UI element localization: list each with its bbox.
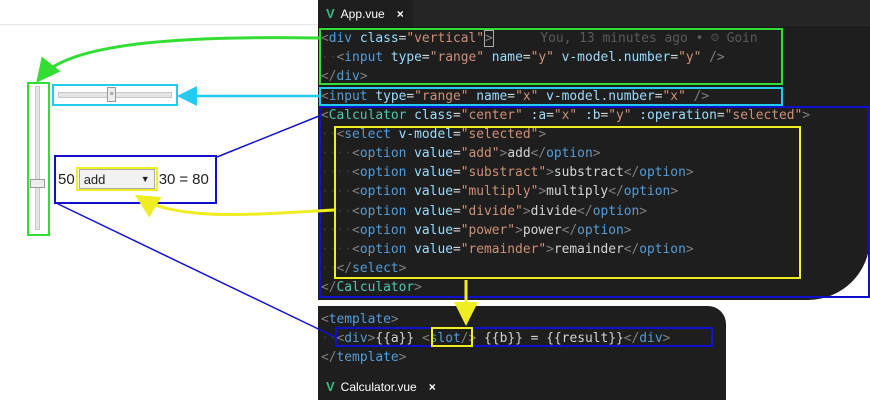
calculator-vue-editor: <template> ··<div>{{a}} <slot/> {{b}} = …: [318, 306, 726, 400]
slider-thumb[interactable]: ≡: [107, 87, 116, 102]
tab-title: Calculator.vue: [340, 379, 417, 394]
code-line-1: <div class="vertical"> You, 13 minutes a…: [321, 30, 758, 47]
code-line-option: ····<option value="substract">substract<…: [321, 165, 694, 180]
tab-app-vue[interactable]: V App.vue ×: [318, 0, 413, 27]
code-line-option: ····<option value="power">power</option>: [321, 223, 632, 238]
operation-select[interactable]: add ▼: [78, 169, 155, 189]
code-line-select-close: ··</select>: [321, 261, 407, 276]
calculator-output: 50 add ▼ 30 = 80: [58, 166, 209, 192]
vue-logo-icon: V: [326, 379, 335, 394]
vertical-range-slider-y[interactable]: [29, 84, 47, 232]
arrow-yellow: [134, 194, 335, 218]
vue-logo-icon: V: [326, 6, 335, 21]
code-line-4: <input type="range" name="x" v-model.num…: [321, 89, 710, 104]
code-line-2: ··<input type="range" name="y" v-model.n…: [321, 50, 725, 65]
preview-top-divider: [0, 24, 318, 25]
code-line-option: ····<option value="divide">divide</optio…: [321, 204, 648, 219]
close-tab-icon[interactable]: ×: [397, 7, 404, 21]
code-line-option: ····<option value="multiply">multiply</o…: [321, 184, 679, 199]
app-vue-editor: V App.vue × <div class="vertical"> You, …: [318, 0, 870, 300]
operation-select-value: add: [83, 171, 106, 187]
close-tab-icon[interactable]: ×: [429, 380, 436, 394]
operand-a: 50: [58, 170, 75, 188]
slider-track: [35, 86, 40, 230]
calc-result: 80: [192, 170, 209, 188]
editor-tab-bar: V App.vue ×: [318, 0, 870, 28]
code-line-template-open: <template>: [321, 312, 399, 327]
arrow-green: [36, 36, 320, 83]
equals-sign: =: [179, 170, 189, 188]
code-line-5: <Calculator class="center" :a="x" :b="y"…: [321, 108, 811, 123]
tab-title: App.vue: [340, 6, 385, 21]
dropdown-arrow-icon: ▼: [140, 174, 150, 184]
code-line-option: ····<option value="add">add</option>: [321, 146, 601, 161]
code-line-option: ····<option value="remainder">remainder<…: [321, 242, 694, 257]
line-blue-bottom: [55, 202, 336, 338]
horizontal-range-slider-x[interactable]: ≡: [56, 86, 174, 104]
code-line-6: ··<select v-model="selected">: [321, 127, 547, 142]
editor-tab-bar: V Calculator.vue ×: [318, 373, 445, 400]
code-line-div: ··<div>{{a}} <slot/> {{b}} = {{result}}<…: [321, 331, 671, 346]
line-blue-top: [216, 115, 320, 158]
tab-calculator-vue[interactable]: V Calculator.vue ×: [318, 373, 445, 400]
code-line-calc-close: </Calculator>: [321, 280, 422, 295]
code-line-3: </div>: [321, 69, 368, 84]
code-line-template-close: </template>: [321, 350, 407, 365]
git-blame-annotation: You, 13 minutes ago • ☺ Goin: [540, 31, 758, 46]
slider-thumb[interactable]: [30, 179, 45, 188]
operand-b: 30: [158, 170, 176, 188]
